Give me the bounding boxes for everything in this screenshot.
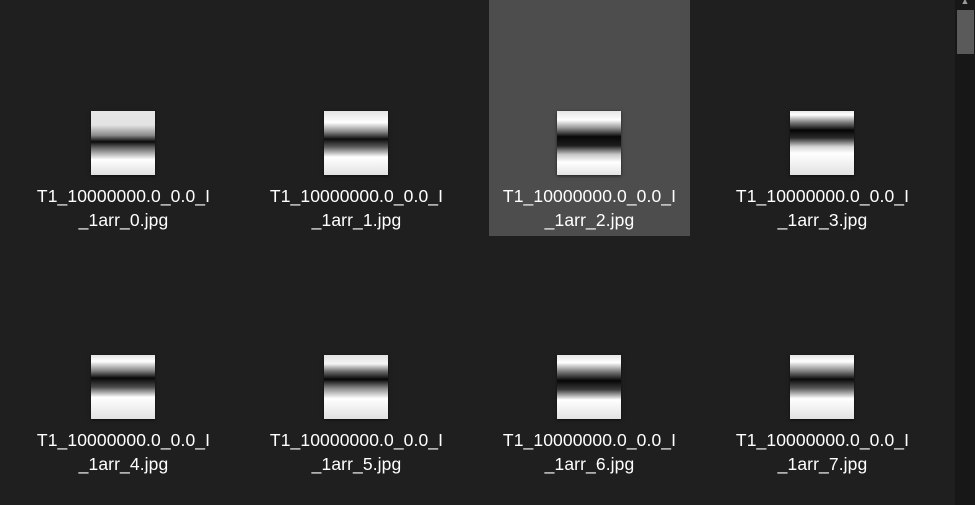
file-name-line-2: _1arr_1.jpg (311, 210, 402, 230)
file-name-line-1: T1_10000000.0_0.0_I (36, 430, 211, 450)
stripe-image-icon (790, 355, 854, 419)
file-name-line-1: T1_10000000.0_0.0_I (735, 430, 910, 450)
file-tile-6[interactable]: T1_10000000.0_0.0_I _1arr_6.jpg (489, 244, 690, 480)
file-name-line-2: _1arr_2.jpg (544, 210, 635, 230)
stripe-image-icon (91, 355, 155, 419)
image-thumbnail (557, 111, 621, 175)
image-thumbnail (324, 111, 388, 175)
file-name-line-1: T1_10000000.0_0.0_I (502, 430, 677, 450)
file-name-line-2: _1arr_5.jpg (311, 454, 402, 474)
image-thumbnail (91, 111, 155, 175)
file-tile-1[interactable]: T1_10000000.0_0.0_I _1arr_1.jpg (256, 0, 457, 236)
image-thumbnail (91, 355, 155, 419)
stripe-image-icon (557, 111, 621, 175)
image-thumbnail (324, 355, 388, 419)
file-name-line-1: T1_10000000.0_0.0_I (269, 430, 444, 450)
file-name-line-2: _1arr_4.jpg (78, 454, 169, 474)
file-name-line-2: _1arr_0.jpg (78, 210, 169, 230)
file-name-line-1: T1_10000000.0_0.0_I (502, 186, 677, 206)
image-thumbnail (557, 355, 621, 419)
stripe-image-icon (91, 111, 155, 175)
file-tile-3[interactable]: T1_10000000.0_0.0_I _1arr_3.jpg (722, 0, 923, 236)
file-name-line-2: _1arr_6.jpg (544, 454, 635, 474)
file-tile-5[interactable]: T1_10000000.0_0.0_I _1arr_5.jpg (256, 244, 457, 480)
file-name-line-1: T1_10000000.0_0.0_I (735, 186, 910, 206)
scroll-up-arrow-icon[interactable]: ▲ (958, 0, 972, 6)
stripe-image-icon (324, 111, 388, 175)
file-name-line-2: _1arr_3.jpg (777, 210, 868, 230)
file-tile-4[interactable]: T1_10000000.0_0.0_I _1arr_4.jpg (23, 244, 224, 480)
file-name-line-2: _1arr_7.jpg (777, 454, 868, 474)
file-explorer-grid-view: T1_10000000.0_0.0_I _1arr_0.jpg T1_10000… (0, 0, 975, 505)
file-tile-2[interactable]: T1_10000000.0_0.0_I _1arr_2.jpg (489, 0, 690, 236)
file-tile-0[interactable]: T1_10000000.0_0.0_I _1arr_0.jpg (23, 0, 224, 236)
file-tile-7[interactable]: T1_10000000.0_0.0_I _1arr_7.jpg (722, 244, 923, 480)
stripe-image-icon (790, 111, 854, 175)
file-name-line-1: T1_10000000.0_0.0_I (269, 186, 444, 206)
stripe-image-icon (557, 355, 621, 419)
image-thumbnail (790, 111, 854, 175)
image-thumbnail (790, 355, 854, 419)
vertical-scrollbar[interactable] (955, 0, 975, 505)
stripe-image-icon (324, 355, 388, 419)
scrollbar-thumb[interactable] (957, 10, 974, 54)
file-name-line-1: T1_10000000.0_0.0_I (36, 186, 211, 206)
